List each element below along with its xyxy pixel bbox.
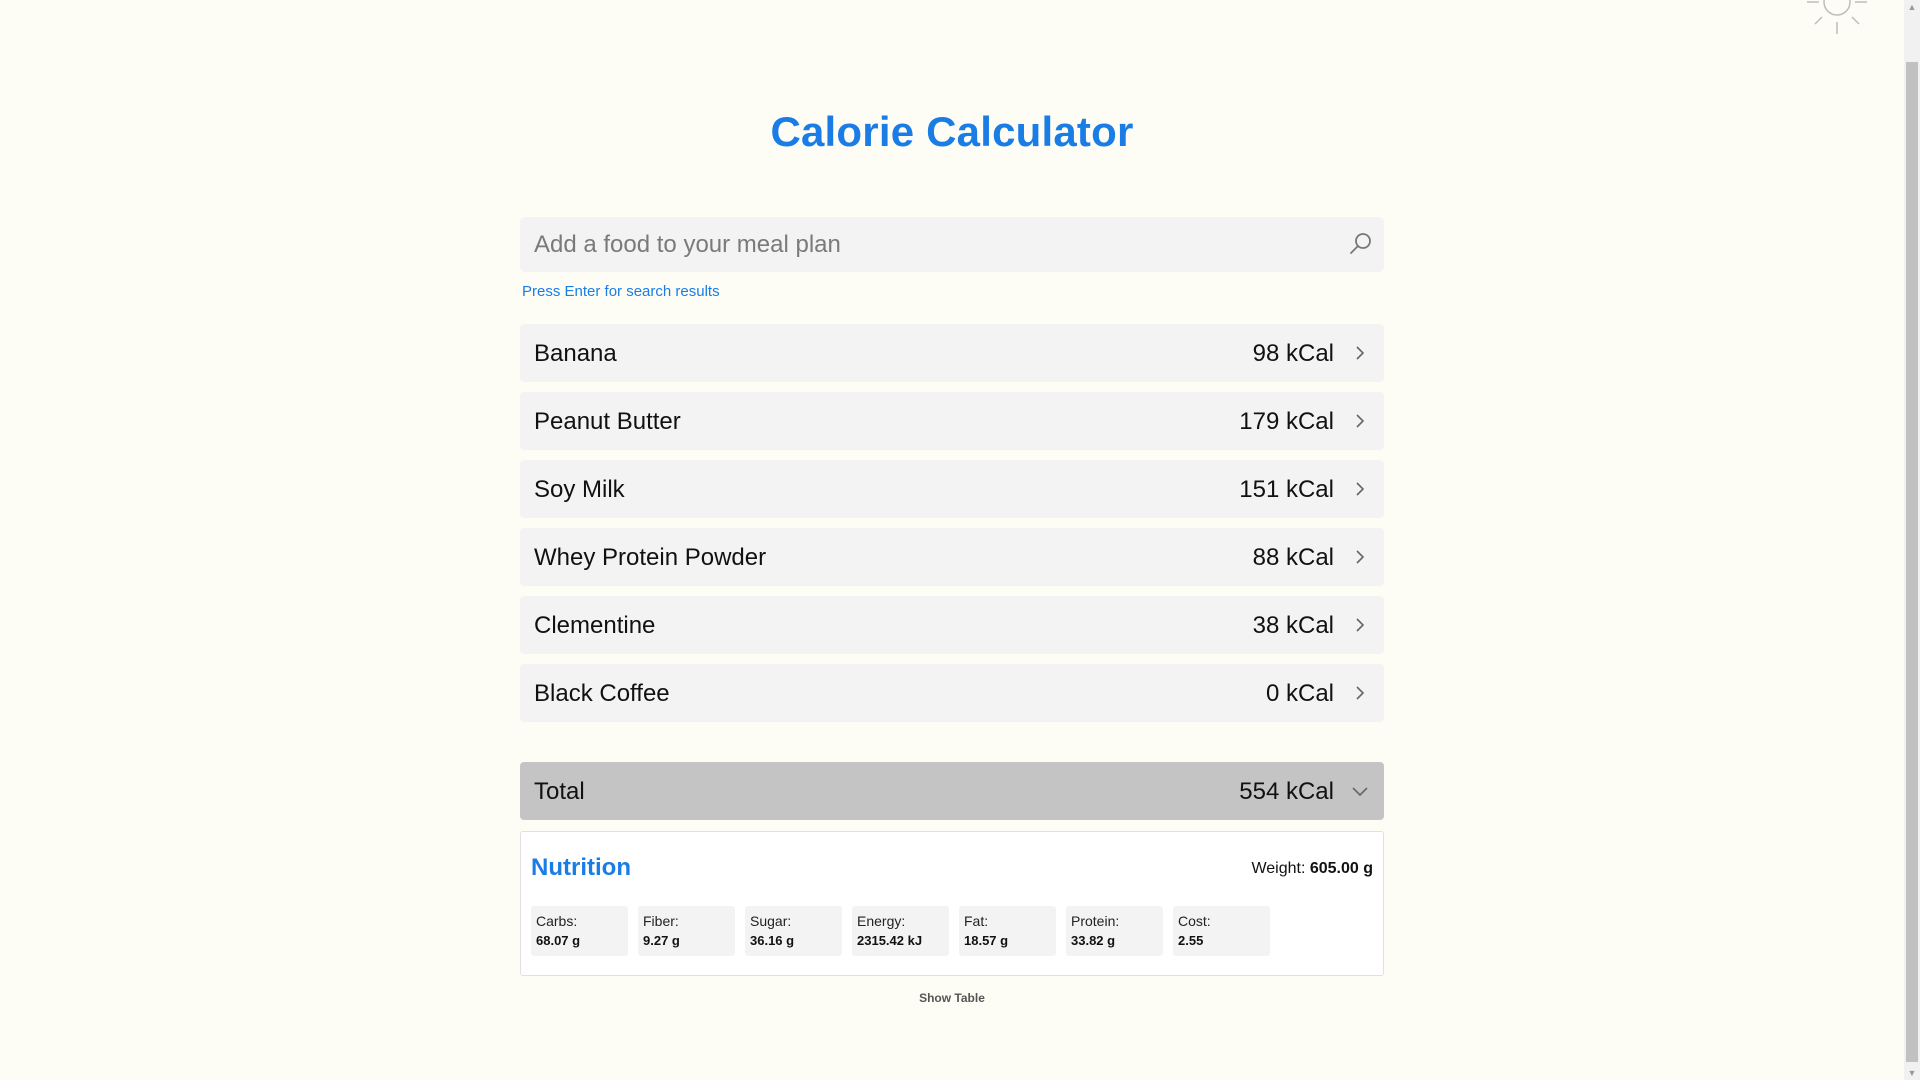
search-input[interactable] [520, 217, 1320, 272]
chevron-right-icon [1356, 482, 1365, 496]
stat-label: Fat: [964, 913, 989, 929]
stat-value: 2.55 [1178, 933, 1204, 948]
food-kcal: 98 kCal [1252, 340, 1334, 367]
chevron-right-icon [1356, 346, 1365, 360]
food-row-black-coffee[interactable]: Black Coffee 0 kCal [520, 664, 1384, 722]
total-kcal: 554 kCal [1239, 778, 1334, 805]
stat-label: Sugar: [750, 913, 792, 929]
stat-label: Carbs: [536, 913, 578, 929]
food-row-peanut-butter[interactable]: Peanut Butter 179 kCal [520, 392, 1384, 450]
stat-value: 36.16 g [750, 933, 795, 948]
food-row-banana[interactable]: Banana 98 kCal [520, 324, 1384, 382]
stat-value: 2315.42 kJ [857, 933, 923, 948]
stat-carbs: Carbs: 68.07 g [531, 906, 628, 956]
food-name: Peanut Butter [534, 408, 681, 435]
sun-icon [1807, 0, 1867, 34]
food-row-soy-milk[interactable]: Soy Milk 151 kCal [520, 460, 1384, 518]
food-name: Soy Milk [534, 476, 625, 503]
food-name: Clementine [534, 612, 656, 639]
page-title: Calorie Calculator [770, 108, 1134, 155]
scrollbar-thumb[interactable] [1906, 62, 1918, 1062]
food-row-whey-protein-powder[interactable]: Whey Protein Powder 88 kCal [520, 528, 1384, 586]
search-icon[interactable] [1348, 231, 1374, 257]
theme-toggle-button[interactable] [1802, 0, 1872, 38]
chevron-right-icon [1356, 550, 1365, 564]
scroll-up-arrow-icon[interactable]: ▲ [1904, 0, 1920, 14]
show-table-button[interactable]: Show Table [520, 991, 1384, 1005]
weight-summary: Weight: 605.00 g [1251, 860, 1373, 878]
nutrition-stats: Carbs: 68.07 g Fiber: 9.27 g Sugar: 36.1… [531, 906, 1270, 956]
stat-protein: Protein: 33.82 g [1066, 906, 1163, 956]
stat-sugar: Sugar: 36.16 g [745, 906, 842, 956]
stat-label: Protein: [1071, 913, 1120, 929]
nutrition-panel: Nutrition Weight: 605.00 g Carbs: 68.07 … [520, 831, 1384, 976]
stat-value: 18.57 g [964, 933, 1009, 948]
stat-value: 68.07 g [536, 933, 581, 948]
food-kcal: 0 kCal [1265, 680, 1334, 707]
food-kcal: 38 kCal [1252, 612, 1334, 639]
weight-label: Weight: [1251, 860, 1306, 877]
stat-value: 9.27 g [643, 933, 680, 948]
food-row-clementine[interactable]: Clementine 38 kCal [520, 596, 1384, 654]
page: ▲ ▼ Calorie Calculator Press Enter for s… [0, 0, 1920, 1080]
scroll-down-arrow-icon[interactable]: ▼ [1904, 1066, 1920, 1080]
stat-fat: Fat: 18.57 g [959, 906, 1056, 956]
total-label: Total [534, 778, 585, 805]
food-kcal: 179 kCal [1239, 408, 1334, 435]
food-list: Banana 98 kCal Peanut Butter 179 kCal So… [520, 324, 1384, 732]
search-hint: Press Enter for search results [522, 283, 720, 300]
page-scrollbar[interactable]: ▲ ▼ [1904, 0, 1920, 1080]
nutrition-title: Nutrition [531, 854, 631, 881]
stat-cost: Cost: 2.55 [1173, 906, 1270, 956]
stat-label: Cost: [1178, 913, 1211, 929]
food-name: Whey Protein Powder [534, 544, 767, 571]
search-bar [520, 217, 1384, 272]
stat-label: Fiber: [643, 913, 679, 929]
chevron-right-icon [1356, 618, 1365, 632]
stat-energy: Energy: 2315.42 kJ [852, 906, 949, 956]
chevron-right-icon [1356, 414, 1365, 428]
chevron-right-icon [1356, 686, 1365, 700]
stat-value: 33.82 g [1071, 933, 1116, 948]
food-name: Black Coffee [534, 680, 670, 707]
weight-value: 605.00 g [1309, 860, 1373, 877]
food-name: Banana [534, 340, 617, 367]
food-kcal: 88 kCal [1252, 544, 1334, 571]
stat-label: Energy: [857, 913, 906, 929]
total-row[interactable]: Total 554 kCal [520, 762, 1384, 820]
food-kcal: 151 kCal [1239, 476, 1334, 503]
stat-fiber: Fiber: 9.27 g [638, 906, 735, 956]
chevron-down-icon [1352, 787, 1368, 797]
